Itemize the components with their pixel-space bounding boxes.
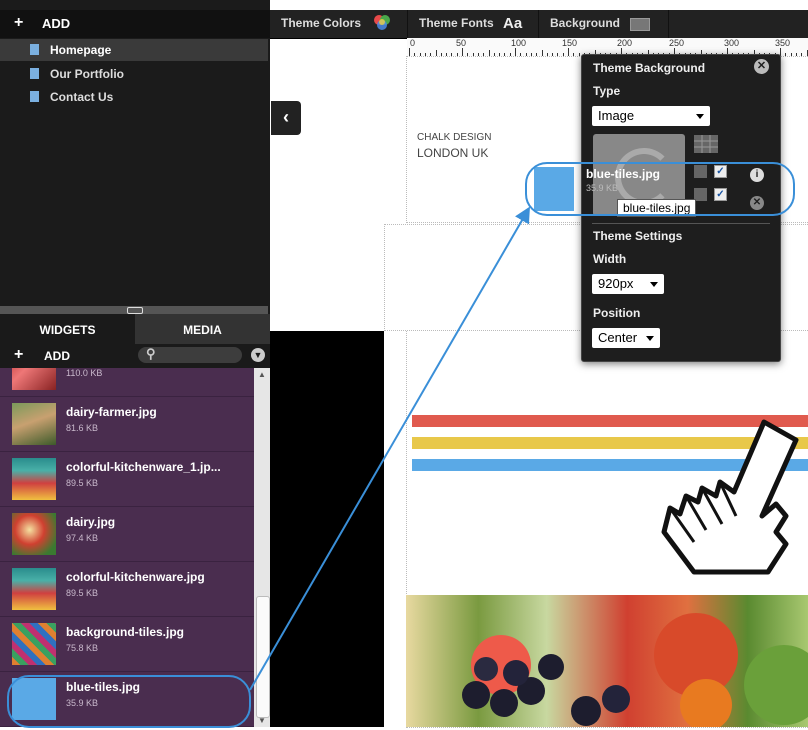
media-scrollbar[interactable]: ▲ ▼: [254, 368, 270, 727]
collapse-panel-button[interactable]: ‹: [271, 101, 301, 135]
theme-colors-button[interactable]: Theme Colors: [270, 10, 408, 38]
splitter-grip-icon[interactable]: [127, 307, 143, 314]
plus-icon[interactable]: +: [14, 346, 23, 364]
position-select-value: Center: [598, 330, 638, 345]
theme-fonts-label: Theme Fonts: [419, 16, 494, 30]
ruler-label: 50: [456, 38, 467, 48]
media-item-size: 89.5 KB: [66, 588, 99, 598]
search-icon: ⚲: [146, 346, 156, 361]
ruler-label: 250: [669, 38, 685, 48]
media-item[interactable]: colorful-kitchenware.jpg 89.5 KB: [0, 562, 254, 617]
media-item[interactable]: 110.0 KB: [0, 368, 254, 397]
add-page-button[interactable]: + ADD: [0, 10, 270, 38]
position-select[interactable]: Center: [592, 328, 660, 348]
media-item-size: 75.8 KB: [66, 643, 99, 653]
color-palette-icon: [374, 15, 390, 30]
highlight-ring-popup: [525, 162, 795, 216]
width-select-value: 920px: [598, 276, 634, 291]
media-item-name: dairy-farmer.jpg: [66, 405, 157, 419]
page-icon: [30, 91, 39, 102]
page-item-label: Contact Us: [50, 90, 114, 104]
tab-widgets[interactable]: WIDGETS: [0, 314, 135, 344]
page-item-our-portfolio[interactable]: Our Portfolio: [0, 63, 268, 85]
ruler-label: 100: [511, 38, 527, 48]
page-item-label: Homepage: [50, 43, 112, 57]
media-item[interactable]: background-tiles.jpg 75.8 KB: [0, 617, 254, 672]
media-thumbnail: [12, 403, 56, 445]
media-item-name: dairy.jpg: [66, 515, 116, 529]
background-image-icon: [630, 18, 650, 31]
panel-splitter[interactable]: [0, 306, 268, 314]
font-icon: Aa: [503, 15, 523, 32]
ruler-tick: [515, 48, 516, 56]
ruler-tick: [568, 48, 569, 56]
tab-media[interactable]: MEDIA: [135, 314, 270, 344]
close-icon[interactable]: ✕: [754, 59, 769, 74]
page-item-label: Our Portfolio: [50, 67, 124, 81]
media-thumbnail: [12, 568, 56, 610]
media-item-size: 81.6 KB: [66, 423, 99, 433]
panel-tabs: WIDGETS MEDIA: [0, 314, 270, 344]
popup-title: Theme Background: [593, 61, 706, 75]
width-label: Width: [593, 252, 627, 266]
media-list: 110.0 KB dairy-farmer.jpg 81.6 KB colorf…: [0, 368, 254, 727]
chevron-down-icon: [696, 114, 704, 119]
type-select[interactable]: Image: [592, 106, 710, 126]
theme-fonts-button[interactable]: Theme Fonts Aa: [407, 10, 539, 38]
chevron-down-icon: [646, 336, 654, 341]
plus-icon: +: [14, 14, 24, 31]
tile-grid-icon[interactable]: [694, 135, 718, 153]
media-item-size: 110.0 KB: [66, 368, 103, 378]
media-toolbar: + ADD ⚲ ▼: [0, 344, 270, 368]
page-icon: [30, 44, 39, 55]
ruler-label: 150: [562, 38, 578, 48]
media-thumbnail: [12, 513, 56, 555]
ruler-label: 200: [617, 38, 633, 48]
ruler-label: 350: [775, 38, 791, 48]
page-item-homepage[interactable]: Homepage: [0, 39, 268, 61]
media-thumbnail: [12, 458, 56, 500]
site-subtitle[interactable]: LONDON UK: [417, 146, 488, 160]
highlight-ring-media: [7, 675, 251, 728]
canvas-margin: [270, 331, 384, 727]
theme-settings-label: Theme Settings: [593, 229, 683, 243]
type-label: Type: [593, 84, 621, 98]
type-select-value: Image: [598, 108, 635, 123]
ruler-tick: [462, 48, 463, 56]
media-item[interactable]: colorful-kitchenware_1.jp... 89.5 KB: [0, 452, 254, 507]
media-item-size: 97.4 KB: [66, 533, 99, 543]
pointer-hand-icon: [661, 419, 799, 575]
media-item-name: colorful-kitchenware_1.jp...: [66, 460, 221, 474]
design-toolbar: Theme Colors Theme Fonts Aa Background: [270, 10, 808, 39]
theme-colors-label: Theme Colors: [281, 16, 362, 30]
site-title[interactable]: CHALK DESIGN: [417, 132, 491, 143]
media-item-size: 89.5 KB: [66, 478, 99, 488]
fruit-illustration: [462, 613, 808, 730]
page-icon: [30, 68, 39, 79]
divider: [592, 223, 770, 224]
ruler-tick: [409, 48, 410, 56]
add-media-button[interactable]: ADD: [44, 349, 70, 363]
ruler-label: 300: [724, 38, 740, 48]
media-thumbnail: [12, 368, 56, 390]
scroll-up-icon[interactable]: ▲: [258, 370, 266, 379]
page-item-contact-us[interactable]: Contact Us: [0, 86, 268, 108]
media-item[interactable]: dairy-farmer.jpg 81.6 KB: [0, 397, 254, 452]
chevron-down-icon: [650, 282, 658, 287]
media-item-name: colorful-kitchenware.jpg: [66, 570, 205, 584]
ruler-label: 0: [410, 38, 416, 48]
media-item[interactable]: dairy.jpg 97.4 KB: [0, 507, 254, 562]
background-label: Background: [550, 16, 621, 30]
position-label: Position: [593, 306, 641, 320]
media-search-input[interactable]: ⚲: [138, 346, 242, 363]
filter-icon[interactable]: ▼: [251, 348, 265, 362]
background-button[interactable]: Background: [538, 10, 669, 38]
scrollbar-thumb[interactable]: [256, 596, 270, 718]
add-page-label: ADD: [42, 16, 71, 31]
media-item-name: background-tiles.jpg: [66, 625, 185, 639]
media-thumbnail: [12, 623, 56, 665]
width-select[interactable]: 920px: [592, 274, 664, 294]
fruit-photo: [406, 595, 808, 730]
scroll-down-icon[interactable]: ▼: [258, 716, 266, 725]
